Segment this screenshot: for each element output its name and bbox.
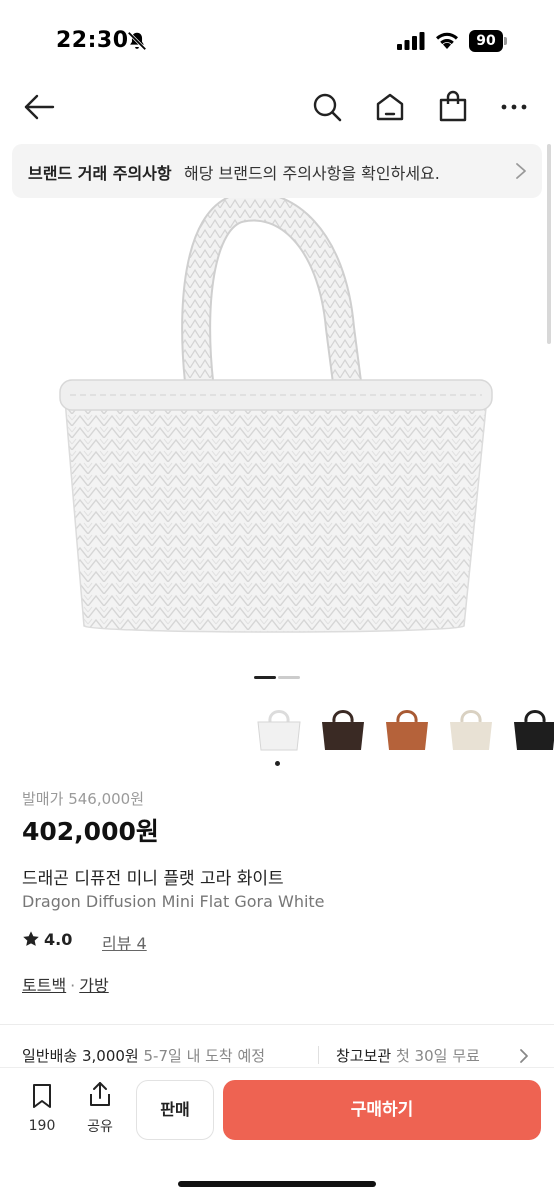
buy-button[interactable]: 구매하기 xyxy=(223,1080,541,1140)
storage-label: 창고보관 xyxy=(336,1047,392,1065)
sell-button[interactable]: 판매 xyxy=(136,1080,214,1140)
category-tag[interactable]: 가방 xyxy=(79,976,108,995)
share-button[interactable]: 공유 xyxy=(82,1080,118,1136)
wishlist-button[interactable]: 190 xyxy=(24,1082,60,1134)
chevron-right-icon xyxy=(516,163,526,179)
scrollbar[interactable] xyxy=(547,144,551,344)
selected-thumbnail-indicator xyxy=(275,761,280,766)
search-icon xyxy=(313,93,342,122)
share-icon xyxy=(90,1082,110,1106)
shopping-bag-icon xyxy=(439,90,467,122)
original-price-value: 546,000원 xyxy=(68,790,145,808)
shipping-separator xyxy=(318,1046,319,1064)
battery-indicator: 90 xyxy=(469,30,507,52)
home-icon xyxy=(376,93,404,121)
rating-value: 4.0 xyxy=(44,930,73,949)
price: 402,000원 xyxy=(22,817,159,846)
notice-title: 브랜드 거래 주의사항 xyxy=(28,164,172,183)
product-name-ko: 드래곤 디퓨전 미니 플랫 고라 화이트 xyxy=(22,869,284,889)
notice-text: 해당 브랜드의 주의사항을 확인하세요. xyxy=(184,164,440,183)
bell-muted-icon xyxy=(127,31,147,51)
status-time: 22:30 xyxy=(56,28,129,53)
bookmark-icon xyxy=(33,1084,51,1108)
cart-button[interactable] xyxy=(436,90,470,124)
shipping-option[interactable]: 일반배송 3,000원 5-7일 내 도착 예정 xyxy=(22,1045,265,1066)
thumbnail-black[interactable] xyxy=(508,700,554,756)
product-image[interactable] xyxy=(40,198,510,648)
divider xyxy=(0,1024,554,1025)
status-bar: 22:30 90 xyxy=(0,0,554,80)
pager-dot-active xyxy=(254,676,276,679)
storage-sub: 첫 30일 무료 xyxy=(395,1047,480,1065)
original-price-label: 발매가 xyxy=(22,790,64,808)
color-thumbnails xyxy=(250,700,554,770)
separator-dot: · xyxy=(70,976,76,995)
original-price: 발매가 546,000원 xyxy=(22,788,144,809)
top-nav xyxy=(0,80,554,136)
back-arrow-icon xyxy=(24,94,55,120)
review-link[interactable]: 리뷰 4 xyxy=(102,930,147,954)
more-button[interactable] xyxy=(498,90,532,124)
home-indicator[interactable] xyxy=(178,1181,376,1187)
star-icon xyxy=(23,931,39,946)
brand-notice-banner[interactable]: 브랜드 거래 주의사항 해당 브랜드의 주의사항을 확인하세요. xyxy=(12,144,542,198)
thumbnail-tan[interactable] xyxy=(380,700,434,756)
back-button[interactable] xyxy=(22,90,56,124)
chevron-right-icon xyxy=(520,1049,528,1063)
share-label: 공유 xyxy=(87,1119,113,1135)
thumbnail-cream[interactable] xyxy=(444,700,498,756)
wifi-icon xyxy=(436,32,458,49)
home-button[interactable] xyxy=(373,90,407,124)
search-button[interactable] xyxy=(310,90,344,124)
wishlist-count: 190 xyxy=(28,1118,56,1134)
thumbnail-black-brown[interactable] xyxy=(316,700,370,756)
category-tag[interactable]: 토트백 xyxy=(22,976,66,995)
battery-level: 90 xyxy=(469,30,503,52)
category-tags: 토트백 · 가방 xyxy=(22,972,109,996)
product-name-en: Dragon Diffusion Mini Flat Gora White xyxy=(22,892,325,911)
pager-dot xyxy=(278,676,300,679)
thumbnail-white[interactable] xyxy=(252,700,306,756)
storage-option[interactable]: 창고보관 첫 30일 무료 xyxy=(336,1045,480,1066)
signal-icon xyxy=(397,32,425,50)
shipping-sub: 5-7일 내 도착 예정 xyxy=(143,1047,266,1065)
more-icon xyxy=(501,104,527,110)
shipping-label: 일반배송 3,000원 xyxy=(22,1047,139,1065)
battery-nub xyxy=(504,37,507,45)
